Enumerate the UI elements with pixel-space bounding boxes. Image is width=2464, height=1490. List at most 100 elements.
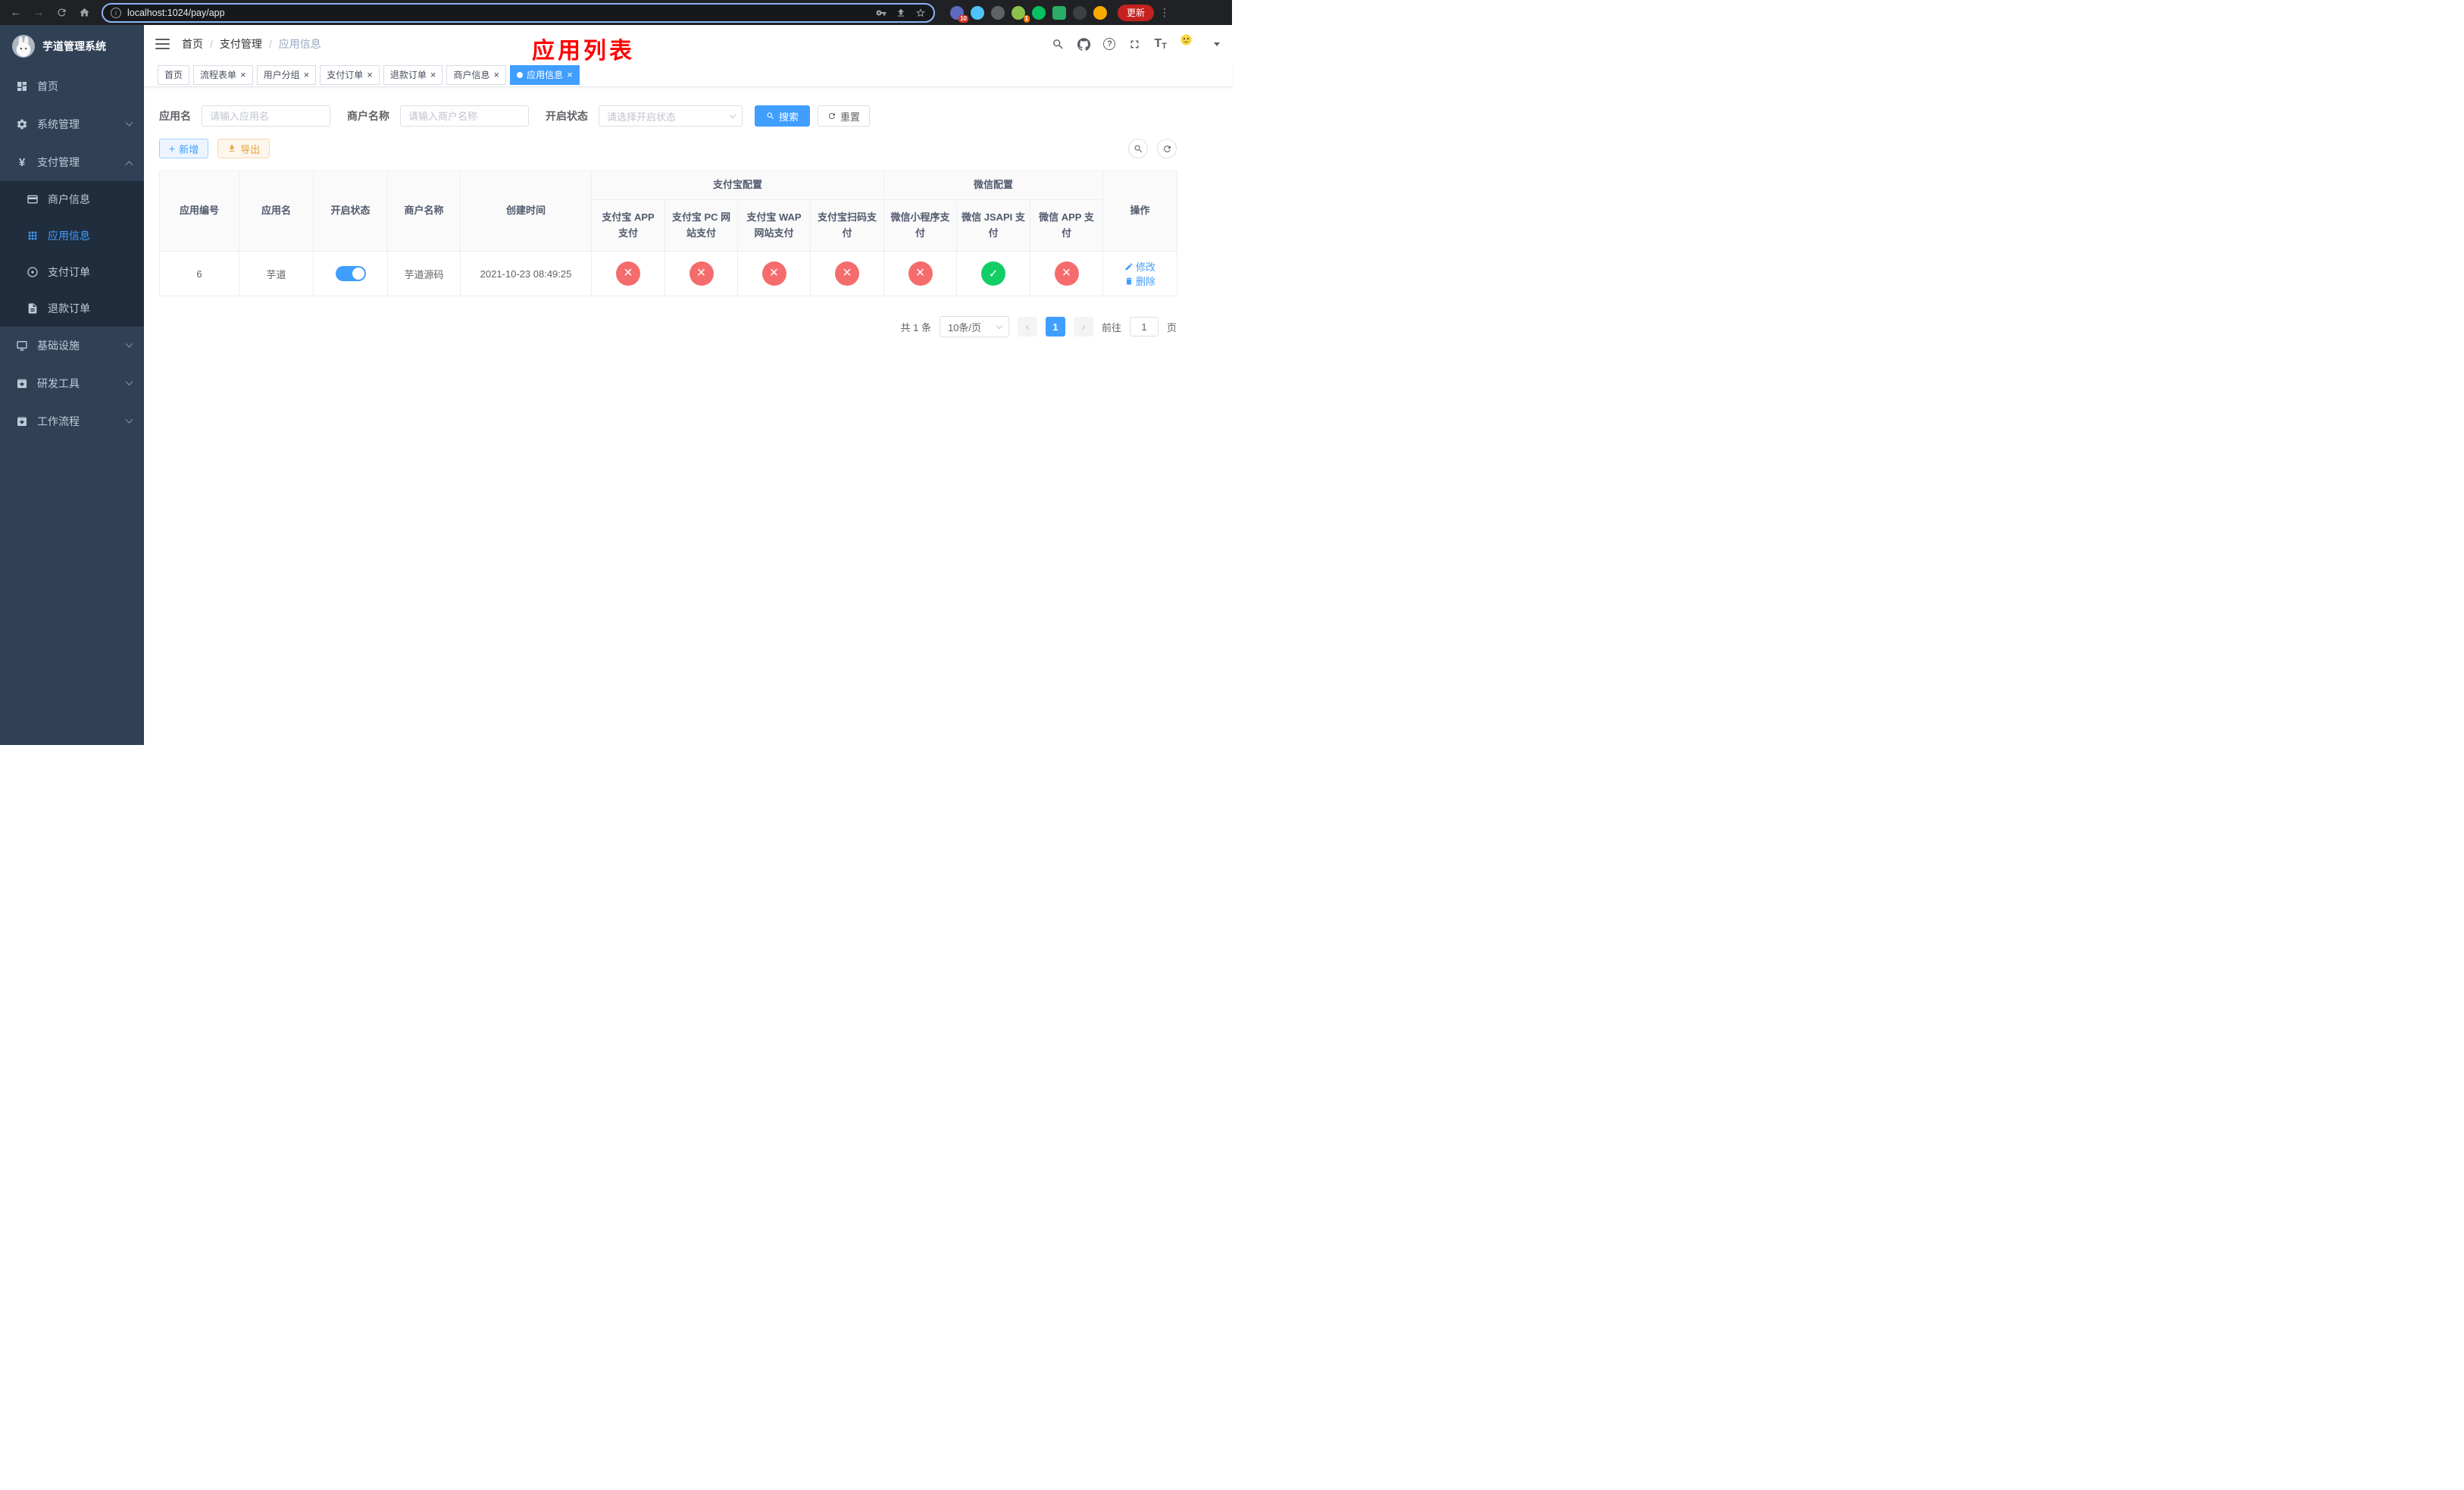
sidebar-item-payment-orders[interactable]: 支付订单 [0, 254, 144, 290]
page-button-1[interactable]: 1 [1045, 317, 1065, 337]
cell-merchant: 芋道源码 [387, 251, 461, 297]
app-name-input[interactable] [202, 105, 330, 127]
github-icon[interactable] [1077, 37, 1091, 51]
col-header-merchant: 商户名称 [387, 170, 461, 252]
tab-merchant-info[interactable]: 商户信息 × [446, 64, 507, 85]
status-toggle[interactable] [335, 266, 366, 282]
sidebar-item-dev-tools[interactable]: 研发工具 [0, 365, 144, 402]
add-button-label: 新增 [179, 143, 199, 155]
main-area: 首页 / 支付管理 / 应用信息 应用列表 ? TT 首页 流程表单 × 用户分… [144, 25, 1232, 745]
search-button-label: 搜索 [779, 111, 799, 123]
search-button[interactable]: 搜索 [755, 105, 811, 127]
tab-refund-order[interactable]: 退款订单 × [383, 64, 443, 85]
key-icon[interactable] [876, 8, 886, 18]
extension-icon-3[interactable] [991, 5, 1005, 20]
breadcrumb-payment[interactable]: 支付管理 [220, 36, 262, 52]
sidebar-item-workflow[interactable]: 工作流程 [0, 402, 144, 440]
reset-button[interactable]: 重置 [818, 105, 871, 127]
add-button[interactable]: + 新增 [159, 139, 209, 158]
prev-page-button[interactable]: ‹ [1017, 317, 1037, 337]
col-header-alipay-pc: 支付宝 PC 网站支付 [664, 199, 738, 252]
user-avatar[interactable] [1180, 33, 1201, 55]
back-icon[interactable]: ← [6, 3, 26, 23]
bookmark-star-icon[interactable] [915, 8, 926, 18]
workflow-box-icon [15, 415, 29, 427]
search-icon [1134, 145, 1142, 152]
fullscreen-icon[interactable] [1128, 38, 1141, 51]
url-bar[interactable]: i localhost:1024/pay/app [102, 2, 935, 23]
plus-icon: + [169, 142, 176, 155]
close-icon[interactable]: × [567, 70, 573, 80]
chevron-down-icon [125, 118, 133, 127]
extension-icon-5[interactable] [1032, 5, 1046, 20]
extension-icon-4[interactable]: 1 [1012, 5, 1030, 23]
extension-badge: 10 [958, 14, 968, 23]
extension-icon-1[interactable]: 10 [950, 5, 968, 23]
col-header-app-name: 应用名 [239, 170, 314, 252]
tab-app-info[interactable]: 应用信息 × [510, 64, 580, 85]
cell-app-name: 芋道 [239, 251, 314, 297]
forward-icon[interactable]: → [29, 3, 48, 23]
hamburger-icon[interactable] [155, 39, 170, 49]
goto-page-input[interactable] [1129, 317, 1159, 337]
tab-user-group[interactable]: 用户分组 × [256, 64, 317, 85]
sidebar-item-label: 首页 [37, 80, 58, 92]
edit-link[interactable]: 修改 [1124, 259, 1155, 274]
close-icon[interactable]: × [240, 70, 246, 80]
tab-home[interactable]: 首页 [158, 64, 190, 85]
info-icon[interactable]: i [111, 7, 121, 18]
sidebar: 芋道管理系统 首页 系统管理 ¥ 支付管理 商户信息 应用信息 支付订单 退款订… [0, 25, 144, 745]
reset-button-label: 重置 [840, 111, 861, 123]
sidebar-item-merchant-info[interactable]: 商户信息 [0, 181, 144, 218]
extension-icon-6[interactable] [1052, 5, 1066, 20]
search-icon[interactable] [1052, 38, 1065, 51]
col-header-status: 开启状态 [313, 170, 388, 252]
home-icon[interactable] [74, 3, 94, 23]
close-icon[interactable]: × [367, 70, 373, 80]
app-logo[interactable]: 芋道管理系统 [0, 25, 144, 67]
merchant-name-input[interactable] [400, 105, 529, 127]
tab-process-form[interactable]: 流程表单 × [193, 64, 253, 85]
tab-payment-order[interactable]: 支付订单 × [320, 64, 380, 85]
toggle-search-button[interactable] [1128, 139, 1148, 158]
cell-alipay-pc [664, 251, 738, 297]
breadcrumb-home[interactable]: 首页 [182, 36, 203, 52]
sidebar-item-refund-orders[interactable]: 退款订单 [0, 290, 144, 327]
sidebar-item-payment-management[interactable]: ¥ 支付管理 [0, 143, 144, 181]
reload-icon[interactable] [52, 3, 71, 23]
font-size-icon[interactable]: TT [1154, 37, 1167, 51]
order-circle-icon [26, 266, 39, 278]
sidebar-item-label: 研发工具 [37, 377, 80, 390]
export-button[interactable]: 导出 [217, 139, 270, 158]
col-header-wx-mini: 微信小程序支付 [883, 199, 958, 252]
chevron-down-icon [996, 322, 1003, 330]
disabled-icon [689, 261, 714, 286]
share-icon[interactable] [896, 8, 906, 18]
delete-link[interactable]: 删除 [1124, 274, 1155, 288]
sidebar-item-infrastructure[interactable]: 基础设施 [0, 327, 144, 365]
sidebar-item-home[interactable]: 首页 [0, 67, 144, 105]
help-icon[interactable]: ? [1103, 38, 1116, 50]
browser-chrome: ← → i localhost:1024/pay/app 10 1 更新 ⋮ [0, 0, 1232, 25]
page-size-select[interactable]: 10条/页 [939, 316, 1009, 338]
close-icon[interactable]: × [304, 70, 310, 80]
browser-menu-icon[interactable]: ⋮ [1157, 6, 1172, 19]
status-select[interactable]: 请选择开启状态 [599, 105, 743, 127]
close-icon[interactable]: × [493, 70, 499, 80]
tab-label: 应用信息 [527, 70, 564, 80]
disabled-icon [616, 261, 640, 286]
extension-icon-7[interactable] [1073, 5, 1087, 20]
sidebar-item-app-info[interactable]: 应用信息 [0, 218, 144, 254]
next-page-button[interactable]: › [1073, 317, 1093, 337]
chevron-down-icon [125, 415, 133, 424]
extension-icon-2[interactable] [971, 5, 984, 20]
profile-avatar-icon[interactable] [1093, 5, 1107, 20]
payment-submenu: 商户信息 应用信息 支付订单 退款订单 [0, 181, 144, 327]
sidebar-item-system-management[interactable]: 系统管理 [0, 105, 144, 143]
content: 应用名 商户名称 开启状态 请选择开启状态 搜索 重置 [144, 87, 1232, 338]
chrome-update-button[interactable]: 更新 [1118, 4, 1155, 21]
url-text[interactable]: localhost:1024/pay/app [127, 8, 225, 18]
close-icon[interactable]: × [430, 70, 436, 80]
caret-down-icon[interactable] [1214, 42, 1220, 46]
refresh-table-button[interactable] [1157, 139, 1177, 158]
